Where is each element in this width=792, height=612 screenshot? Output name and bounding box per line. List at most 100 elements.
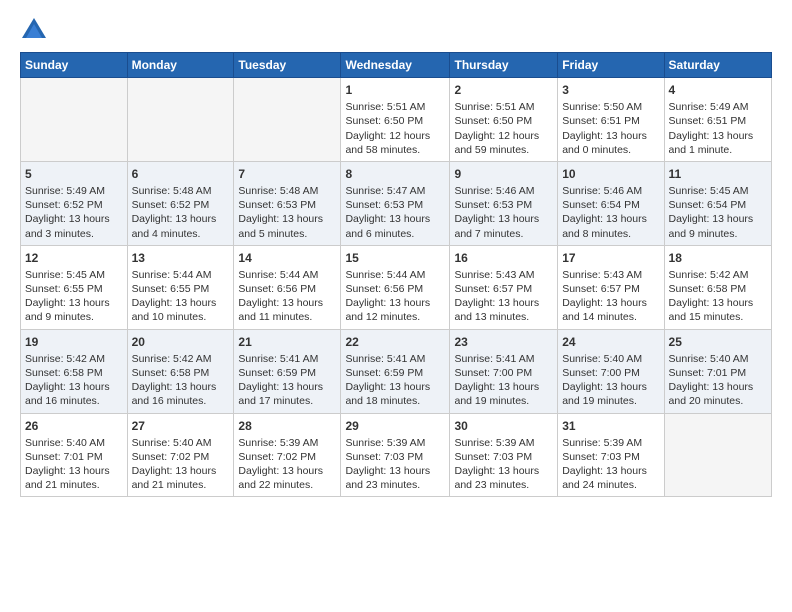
calendar-cell: 9Sunrise: 5:46 AM Sunset: 6:53 PM Daylig… — [450, 161, 558, 245]
week-row-4: 26 Sunrise: 5:40 AM Sunset: 7:01 PM Dayli… — [21, 413, 772, 497]
week-row-1: 5 Sunrise: 5:49 AM Sunset: 6:52 PM Daylig… — [21, 161, 772, 245]
cell-info: Sunrise: 5:46 AM Sunset: 6:54 PM Dayligh… — [562, 184, 659, 241]
calendar-cell — [21, 78, 128, 162]
cell-info: Sunrise: 5:43 AM Sunset: 6:57 PM Dayligh… — [562, 268, 659, 325]
cell-date: 15 — [345, 250, 445, 266]
cell-info: Sunrise: 5:40 AM Sunset: 7:01 PM Dayligh… — [25, 436, 123, 493]
calendar-cell: 4Sunrise: 5:49 AM Sunset: 6:51 PM Daylig… — [664, 78, 771, 162]
cell-info: Sunrise: 5:43 AM Sunset: 6:57 PM Dayligh… — [454, 268, 553, 325]
cell-date: 5 — [25, 166, 123, 182]
calendar-cell — [127, 78, 234, 162]
day-header-thursday: Thursday — [450, 53, 558, 78]
day-header-row: SundayMondayTuesdayWednesdayThursdayFrid… — [21, 53, 772, 78]
calendar-cell: 22Sunrise: 5:41 AM Sunset: 6:59 PM Dayli… — [341, 329, 450, 413]
calendar-cell: 1 Sunrise: 5:51 AM Sunset: 6:50 PM Daylig… — [341, 78, 450, 162]
cell-info: Sunrise: 5:42 AM Sunset: 6:58 PM Dayligh… — [25, 352, 123, 409]
cell-date: 21 — [238, 334, 336, 350]
calendar-cell: 3Sunrise: 5:50 AM Sunset: 6:51 PM Daylig… — [558, 78, 664, 162]
page: SundayMondayTuesdayWednesdayThursdayFrid… — [0, 0, 792, 612]
calendar-cell: 7 Sunrise: 5:48 AM Sunset: 6:53 PM Daylig… — [234, 161, 341, 245]
logo — [20, 16, 52, 44]
cell-date: 8 — [345, 166, 445, 182]
calendar-cell: 18Sunrise: 5:42 AM Sunset: 6:58 PM Dayli… — [664, 245, 771, 329]
cell-date: 20 — [132, 334, 230, 350]
cell-info: Sunrise: 5:39 AM Sunset: 7:03 PM Dayligh… — [562, 436, 659, 493]
cell-date: 10 — [562, 166, 659, 182]
cell-info: Sunrise: 5:39 AM Sunset: 7:03 PM Dayligh… — [454, 436, 553, 493]
day-header-tuesday: Tuesday — [234, 53, 341, 78]
cell-date: 6 — [132, 166, 230, 182]
cell-info: Sunrise: 5:41 AM Sunset: 6:59 PM Dayligh… — [345, 352, 445, 409]
header — [20, 16, 772, 44]
cell-date: 4 — [669, 82, 767, 98]
day-header-wednesday: Wednesday — [341, 53, 450, 78]
calendar-cell: 19Sunrise: 5:42 AM Sunset: 6:58 PM Dayli… — [21, 329, 128, 413]
cell-info: Sunrise: 5:51 AM Sunset: 6:50 PM Dayligh… — [345, 100, 445, 157]
cell-date: 23 — [454, 334, 553, 350]
calendar-cell: 23 Sunrise: 5:41 AM Sunset: 7:00 PM Dayli… — [450, 329, 558, 413]
cell-date: 17 — [562, 250, 659, 266]
cell-info: Sunrise: 5:44 AM Sunset: 6:56 PM Dayligh… — [238, 268, 336, 325]
cell-info: Sunrise: 5:41 AM Sunset: 6:59 PM Dayligh… — [238, 352, 336, 409]
cell-info: Sunrise: 5:40 AM Sunset: 7:00 PM Dayligh… — [562, 352, 659, 409]
cell-date: 7 — [238, 166, 336, 182]
cell-info: Sunrise: 5:42 AM Sunset: 6:58 PM Dayligh… — [669, 268, 767, 325]
cell-info: Sunrise: 5:49 AM Sunset: 6:52 PM Dayligh… — [25, 184, 123, 241]
cell-date: 27 — [132, 418, 230, 434]
logo-icon — [20, 16, 48, 44]
day-header-monday: Monday — [127, 53, 234, 78]
cell-date: 31 — [562, 418, 659, 434]
calendar-cell: 21 Sunrise: 5:41 AM Sunset: 6:59 PM Dayli… — [234, 329, 341, 413]
cell-info: Sunrise: 5:41 AM Sunset: 7:00 PM Dayligh… — [454, 352, 553, 409]
calendar-cell: 29 Sunrise: 5:39 AM Sunset: 7:03 PM Dayli… — [341, 413, 450, 497]
day-header-sunday: Sunday — [21, 53, 128, 78]
cell-date: 26 — [25, 418, 123, 434]
cell-date: 1 — [345, 82, 445, 98]
cell-info: Sunrise: 5:47 AM Sunset: 6:53 PM Dayligh… — [345, 184, 445, 241]
cell-date: 29 — [345, 418, 445, 434]
calendar-cell: 27 Sunrise: 5:40 AM Sunset: 7:02 PM Dayli… — [127, 413, 234, 497]
cell-info: Sunrise: 5:48 AM Sunset: 6:52 PM Dayligh… — [132, 184, 230, 241]
day-header-friday: Friday — [558, 53, 664, 78]
cell-info: Sunrise: 5:40 AM Sunset: 7:01 PM Dayligh… — [669, 352, 767, 409]
calendar-cell: 26 Sunrise: 5:40 AM Sunset: 7:01 PM Dayli… — [21, 413, 128, 497]
cell-info: Sunrise: 5:44 AM Sunset: 6:55 PM Dayligh… — [132, 268, 230, 325]
cell-info: Sunrise: 5:45 AM Sunset: 6:55 PM Dayligh… — [25, 268, 123, 325]
calendar-cell: 10 Sunrise: 5:46 AM Sunset: 6:54 PM Dayli… — [558, 161, 664, 245]
cell-date: 13 — [132, 250, 230, 266]
cell-date: 16 — [454, 250, 553, 266]
calendar-cell: 24 Sunrise: 5:40 AM Sunset: 7:00 PM Dayli… — [558, 329, 664, 413]
cell-date: 25 — [669, 334, 767, 350]
cell-info: Sunrise: 5:39 AM Sunset: 7:03 PM Dayligh… — [345, 436, 445, 493]
calendar-cell: 8 Sunrise: 5:47 AM Sunset: 6:53 PM Daylig… — [341, 161, 450, 245]
cell-info: Sunrise: 5:40 AM Sunset: 7:02 PM Dayligh… — [132, 436, 230, 493]
week-row-2: 12 Sunrise: 5:45 AM Sunset: 6:55 PM Dayli… — [21, 245, 772, 329]
calendar-cell: 30 Sunrise: 5:39 AM Sunset: 7:03 PM Dayli… — [450, 413, 558, 497]
cell-info: Sunrise: 5:39 AM Sunset: 7:02 PM Dayligh… — [238, 436, 336, 493]
calendar-cell: 25 Sunrise: 5:40 AM Sunset: 7:01 PM Dayli… — [664, 329, 771, 413]
calendar-cell: 16 Sunrise: 5:43 AM Sunset: 6:57 PM Dayli… — [450, 245, 558, 329]
calendar-table: SundayMondayTuesdayWednesdayThursdayFrid… — [20, 52, 772, 497]
week-row-3: 19Sunrise: 5:42 AM Sunset: 6:58 PM Dayli… — [21, 329, 772, 413]
cell-date: 14 — [238, 250, 336, 266]
cell-date: 30 — [454, 418, 553, 434]
calendar-cell: 17 Sunrise: 5:43 AM Sunset: 6:57 PM Dayli… — [558, 245, 664, 329]
cell-info: Sunrise: 5:42 AM Sunset: 6:58 PM Dayligh… — [132, 352, 230, 409]
cell-date: 24 — [562, 334, 659, 350]
calendar-cell: 2Sunrise: 5:51 AM Sunset: 6:50 PM Daylig… — [450, 78, 558, 162]
cell-date: 12 — [25, 250, 123, 266]
calendar-cell: 5 Sunrise: 5:49 AM Sunset: 6:52 PM Daylig… — [21, 161, 128, 245]
cell-info: Sunrise: 5:45 AM Sunset: 6:54 PM Dayligh… — [669, 184, 767, 241]
cell-date: 11 — [669, 166, 767, 182]
calendar-cell: 31 Sunrise: 5:39 AM Sunset: 7:03 PM Dayli… — [558, 413, 664, 497]
cell-date: 3 — [562, 82, 659, 98]
cell-date: 9 — [454, 166, 553, 182]
cell-info: Sunrise: 5:48 AM Sunset: 6:53 PM Dayligh… — [238, 184, 336, 241]
calendar-cell: 6 Sunrise: 5:48 AM Sunset: 6:52 PM Daylig… — [127, 161, 234, 245]
cell-info: Sunrise: 5:44 AM Sunset: 6:56 PM Dayligh… — [345, 268, 445, 325]
calendar-cell: 28 Sunrise: 5:39 AM Sunset: 7:02 PM Dayli… — [234, 413, 341, 497]
calendar-cell: 12 Sunrise: 5:45 AM Sunset: 6:55 PM Dayli… — [21, 245, 128, 329]
cell-date: 28 — [238, 418, 336, 434]
cell-date: 2 — [454, 82, 553, 98]
day-header-saturday: Saturday — [664, 53, 771, 78]
